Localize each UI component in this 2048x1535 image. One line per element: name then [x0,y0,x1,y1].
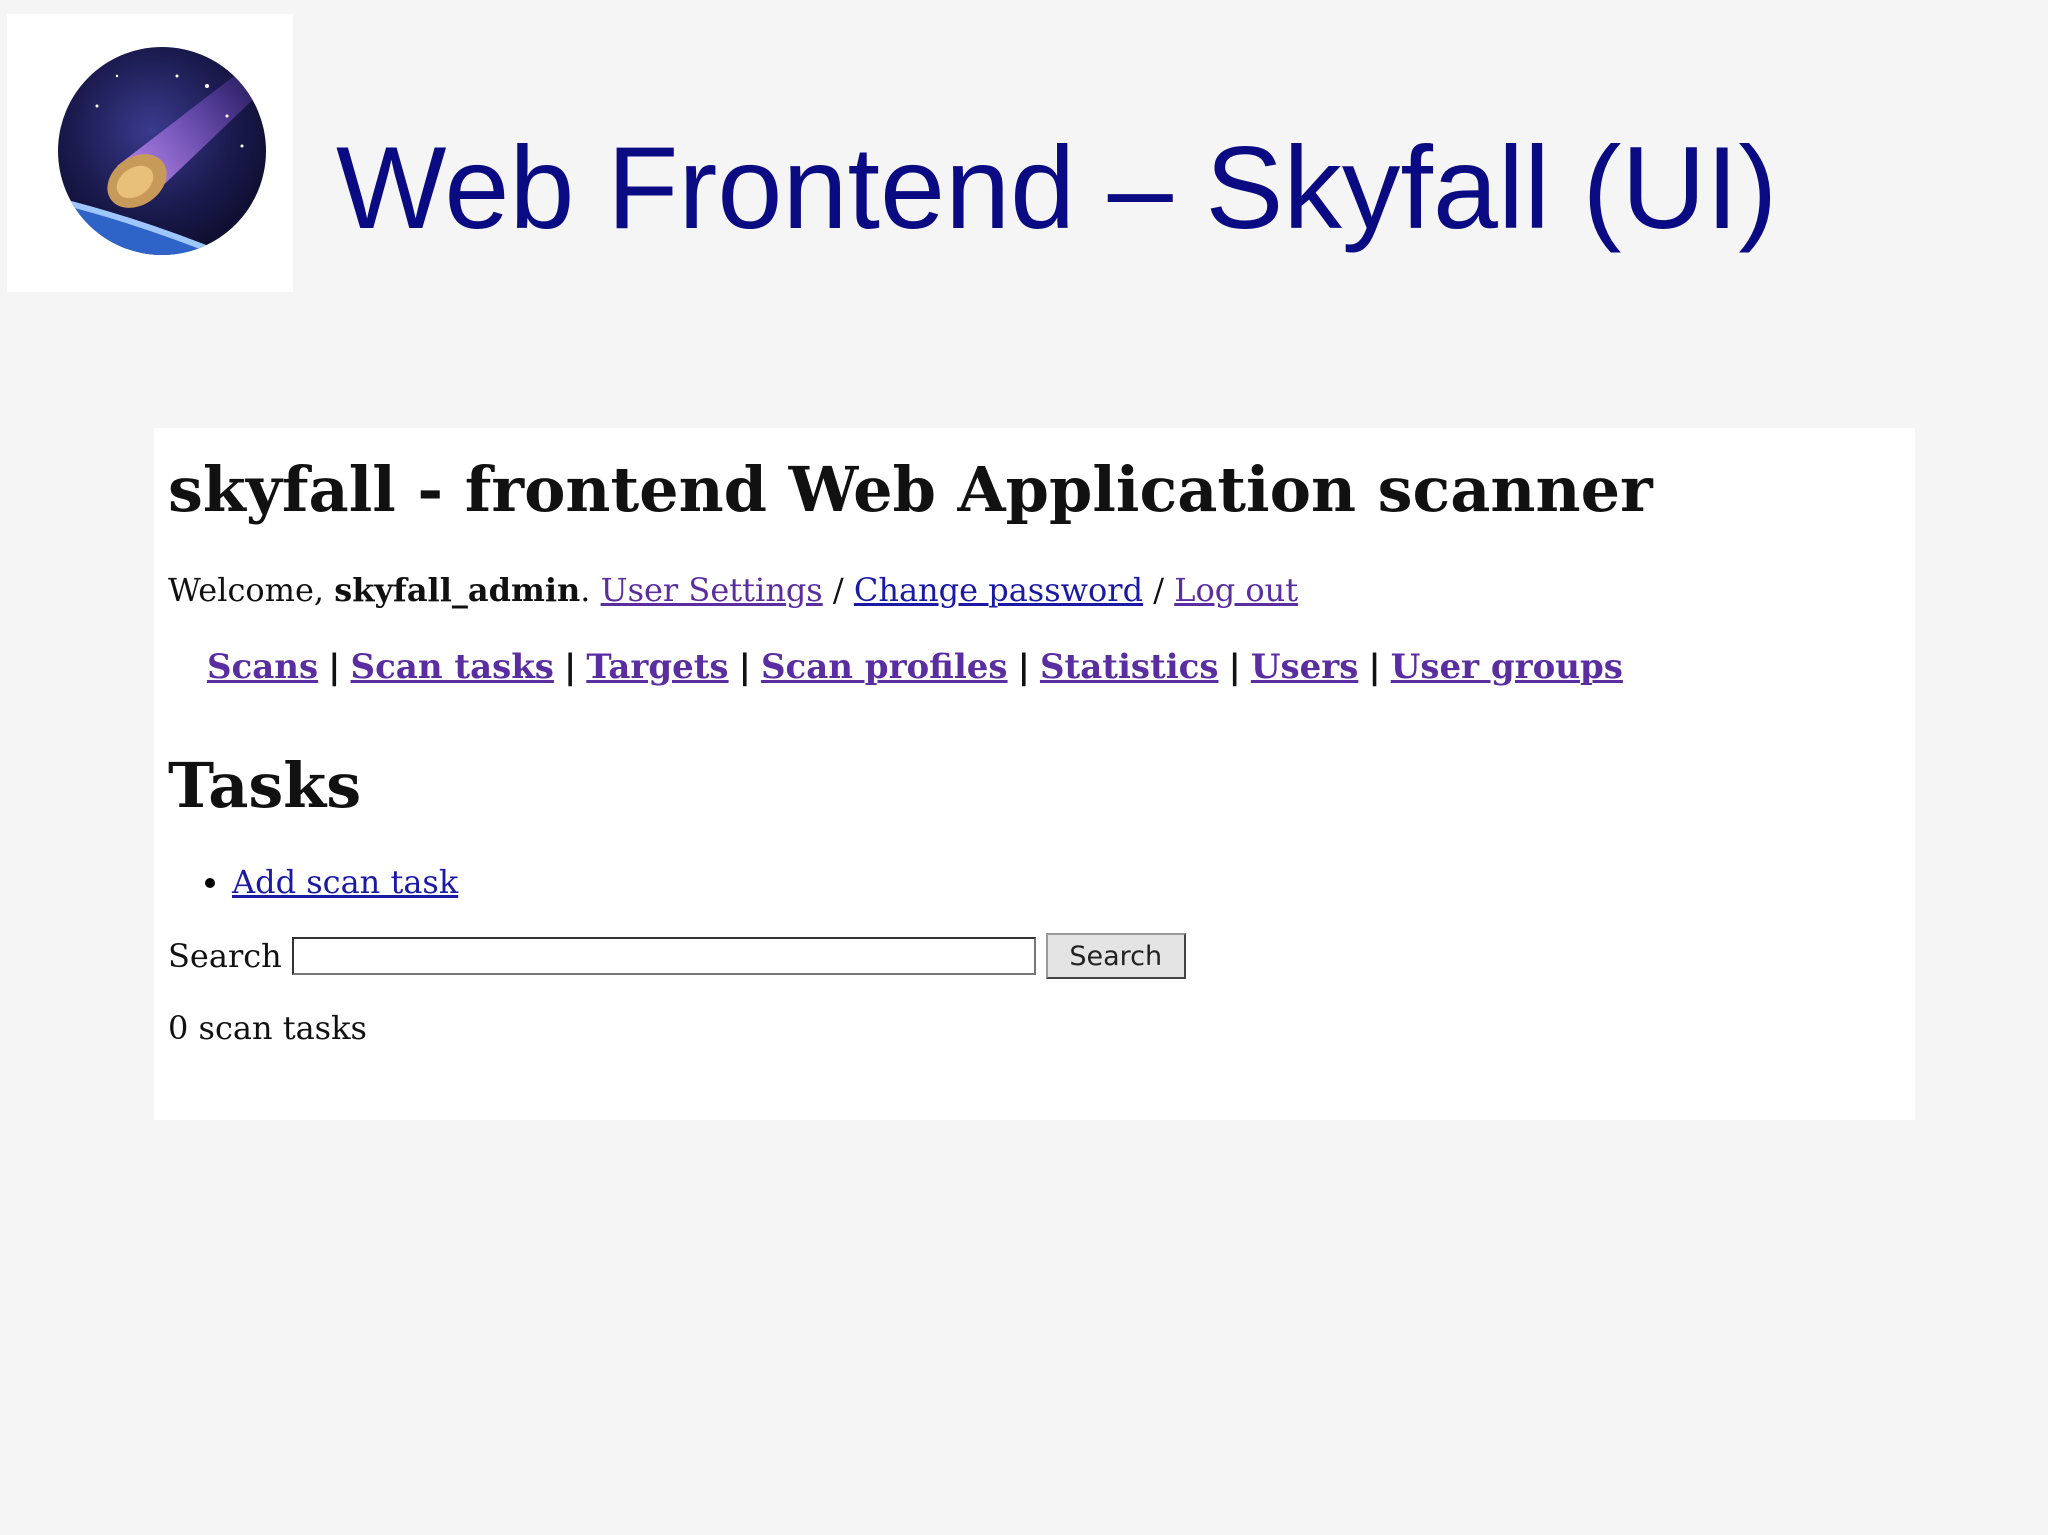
user-settings-link[interactable]: User Settings [601,571,823,609]
welcome-prefix: Welcome, [168,571,335,609]
search-label: Search [168,937,282,975]
nav-users[interactable]: Users [1251,647,1358,687]
nav-separator: | [738,647,751,687]
nav-statistics[interactable]: Statistics [1040,647,1219,687]
welcome-separator: / [1143,571,1175,609]
nav-user-groups[interactable]: User groups [1391,647,1623,687]
app-page: skyfall - frontend Web Application scann… [154,428,1915,1120]
welcome-line: Welcome, skyfall_admin. User Settings / … [168,568,1298,612]
nav-separator: | [1017,647,1030,687]
slide-title: Web Frontend – Skyfall (UI) [336,122,1778,253]
log-out-link[interactable]: Log out [1174,571,1298,609]
welcome-period: . [580,571,591,609]
nav-separator: | [1228,647,1241,687]
list-item: Add scan task [232,860,458,904]
meteor-logo-icon [58,47,266,255]
main-nav: Scans | Scan tasks | Targets | Scan profiles | S… [207,644,1623,690]
scan-task-count: 0 scan tasks [168,1009,367,1047]
add-scan-task-link[interactable]: Add scan task [232,863,458,901]
nav-separator: | [563,647,577,687]
nav-separator: | [1368,647,1381,687]
task-actions-list: Add scan task [168,860,458,904]
search-button[interactable]: Search [1045,933,1186,979]
nav-targets[interactable]: Targets [586,647,728,687]
nav-scans[interactable]: Scans [207,647,318,687]
logo-frame [7,14,293,292]
tasks-heading: Tasks [168,749,362,822]
change-password-link[interactable]: Change password [854,571,1143,609]
search-input[interactable] [291,937,1036,975]
username: skyfall_admin [334,571,581,609]
nav-scan-profiles[interactable]: Scan profiles [761,647,1008,687]
nav-separator: | [328,647,341,687]
search-form: Search Search [168,933,1186,979]
nav-scan-tasks[interactable]: Scan tasks [351,647,554,687]
app-title: skyfall - frontend Web Application scann… [168,453,1653,526]
welcome-separator: / [822,571,854,609]
